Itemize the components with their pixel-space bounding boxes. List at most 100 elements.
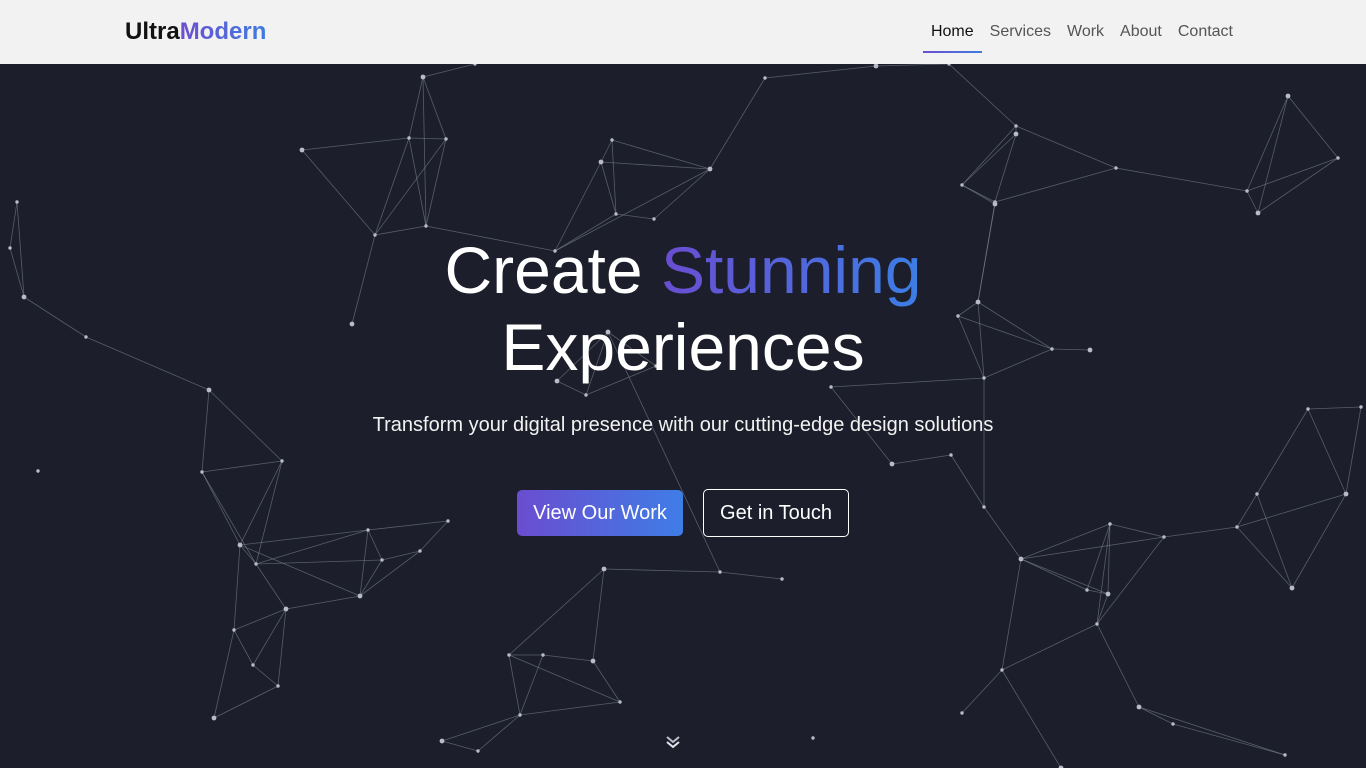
network-line [519,701,621,716]
nav-item-services[interactable]: Services [990,0,1051,64]
chevron-double-down-icon[interactable] [664,734,682,750]
nav-item-work[interactable]: Work [1067,0,1104,64]
network-line [422,76,427,227]
hero-title-line1: Create Stunning [0,232,1366,309]
nav-item-about[interactable]: About [1120,0,1162,64]
network-line [592,568,605,662]
network-node [982,505,986,509]
network-node [960,183,964,187]
network-node [1000,668,1004,672]
network-line [419,520,449,552]
network-line [201,460,283,473]
network-node [1085,588,1089,592]
network-line [1001,558,1022,671]
network-node [960,711,964,715]
network-line [1086,589,1109,595]
network-line [441,740,479,752]
network-line [477,714,521,752]
network-line [1138,706,1286,756]
network-line [611,139,711,170]
network-node [1013,131,1019,137]
network-line [239,460,283,546]
network-line [983,506,1022,560]
network-node [507,653,511,657]
network-line [508,654,621,703]
network-node [992,201,998,207]
network-node [889,461,895,467]
nav-item-home[interactable]: Home [923,0,982,64]
network-line [1020,558,1088,591]
network-node [1014,124,1018,128]
nav-item-contact[interactable]: Contact [1178,0,1233,64]
network-line [408,76,424,139]
network-node [610,138,614,142]
network-line [948,64,1017,127]
network-line [239,544,361,597]
network-line [1015,125,1117,169]
network-line [255,559,383,565]
network-node [811,736,815,740]
network-node [476,749,480,753]
network-node [380,558,384,562]
network-line [213,685,279,719]
network-line [1138,706,1174,725]
network-node [598,159,604,165]
network-line [1096,623,1140,708]
network-line [719,571,783,580]
network-node [211,715,217,721]
network-node [763,76,767,80]
network-node [949,453,953,457]
network-node [1105,591,1111,597]
network-node [584,393,588,397]
network-node [873,64,879,69]
network-line [1246,190,1259,214]
network-line [408,137,427,227]
network-node [541,653,545,657]
network-node [1245,189,1249,193]
network-node [1285,93,1291,99]
network-line [961,669,1003,714]
view-our-work-button[interactable]: View Our Work [517,490,683,536]
network-node [1235,525,1239,529]
hero-title-word-stunning: Stunning [660,233,922,307]
network-line [301,149,376,236]
network-line [408,137,447,140]
network-line [709,77,766,170]
network-node [366,528,370,532]
network-node [200,470,204,474]
network-node [444,137,448,141]
network-line [603,568,721,573]
network-node [407,136,411,140]
network-line [1172,723,1286,756]
network-line [367,520,449,531]
network-node [1336,156,1340,160]
network-node [1306,407,1310,411]
network-line [233,629,254,666]
network-node [614,212,618,216]
network-line [422,76,447,140]
brand-logo[interactable]: UltraModern [125,17,266,47]
get-in-touch-button[interactable]: Get in Touch [703,489,849,537]
network-line [201,471,257,565]
network-line [441,714,521,742]
network-node [206,387,212,393]
network-line [233,608,287,631]
network-line [255,563,287,610]
hero-title-word-create: Create [444,233,643,307]
network-line [239,544,257,565]
network-line [359,529,369,597]
network-line [252,664,279,687]
network-line [600,161,711,170]
network-line [600,139,613,163]
network-line [1236,526,1293,589]
network-node [518,713,522,717]
network-line [285,595,361,610]
network-line [994,167,1117,203]
network-node [601,566,607,572]
network-line [1287,95,1339,159]
network-line [1020,523,1111,560]
network-node [652,217,656,221]
network-node [237,542,243,548]
network-node [590,658,596,664]
network-line [950,454,985,508]
